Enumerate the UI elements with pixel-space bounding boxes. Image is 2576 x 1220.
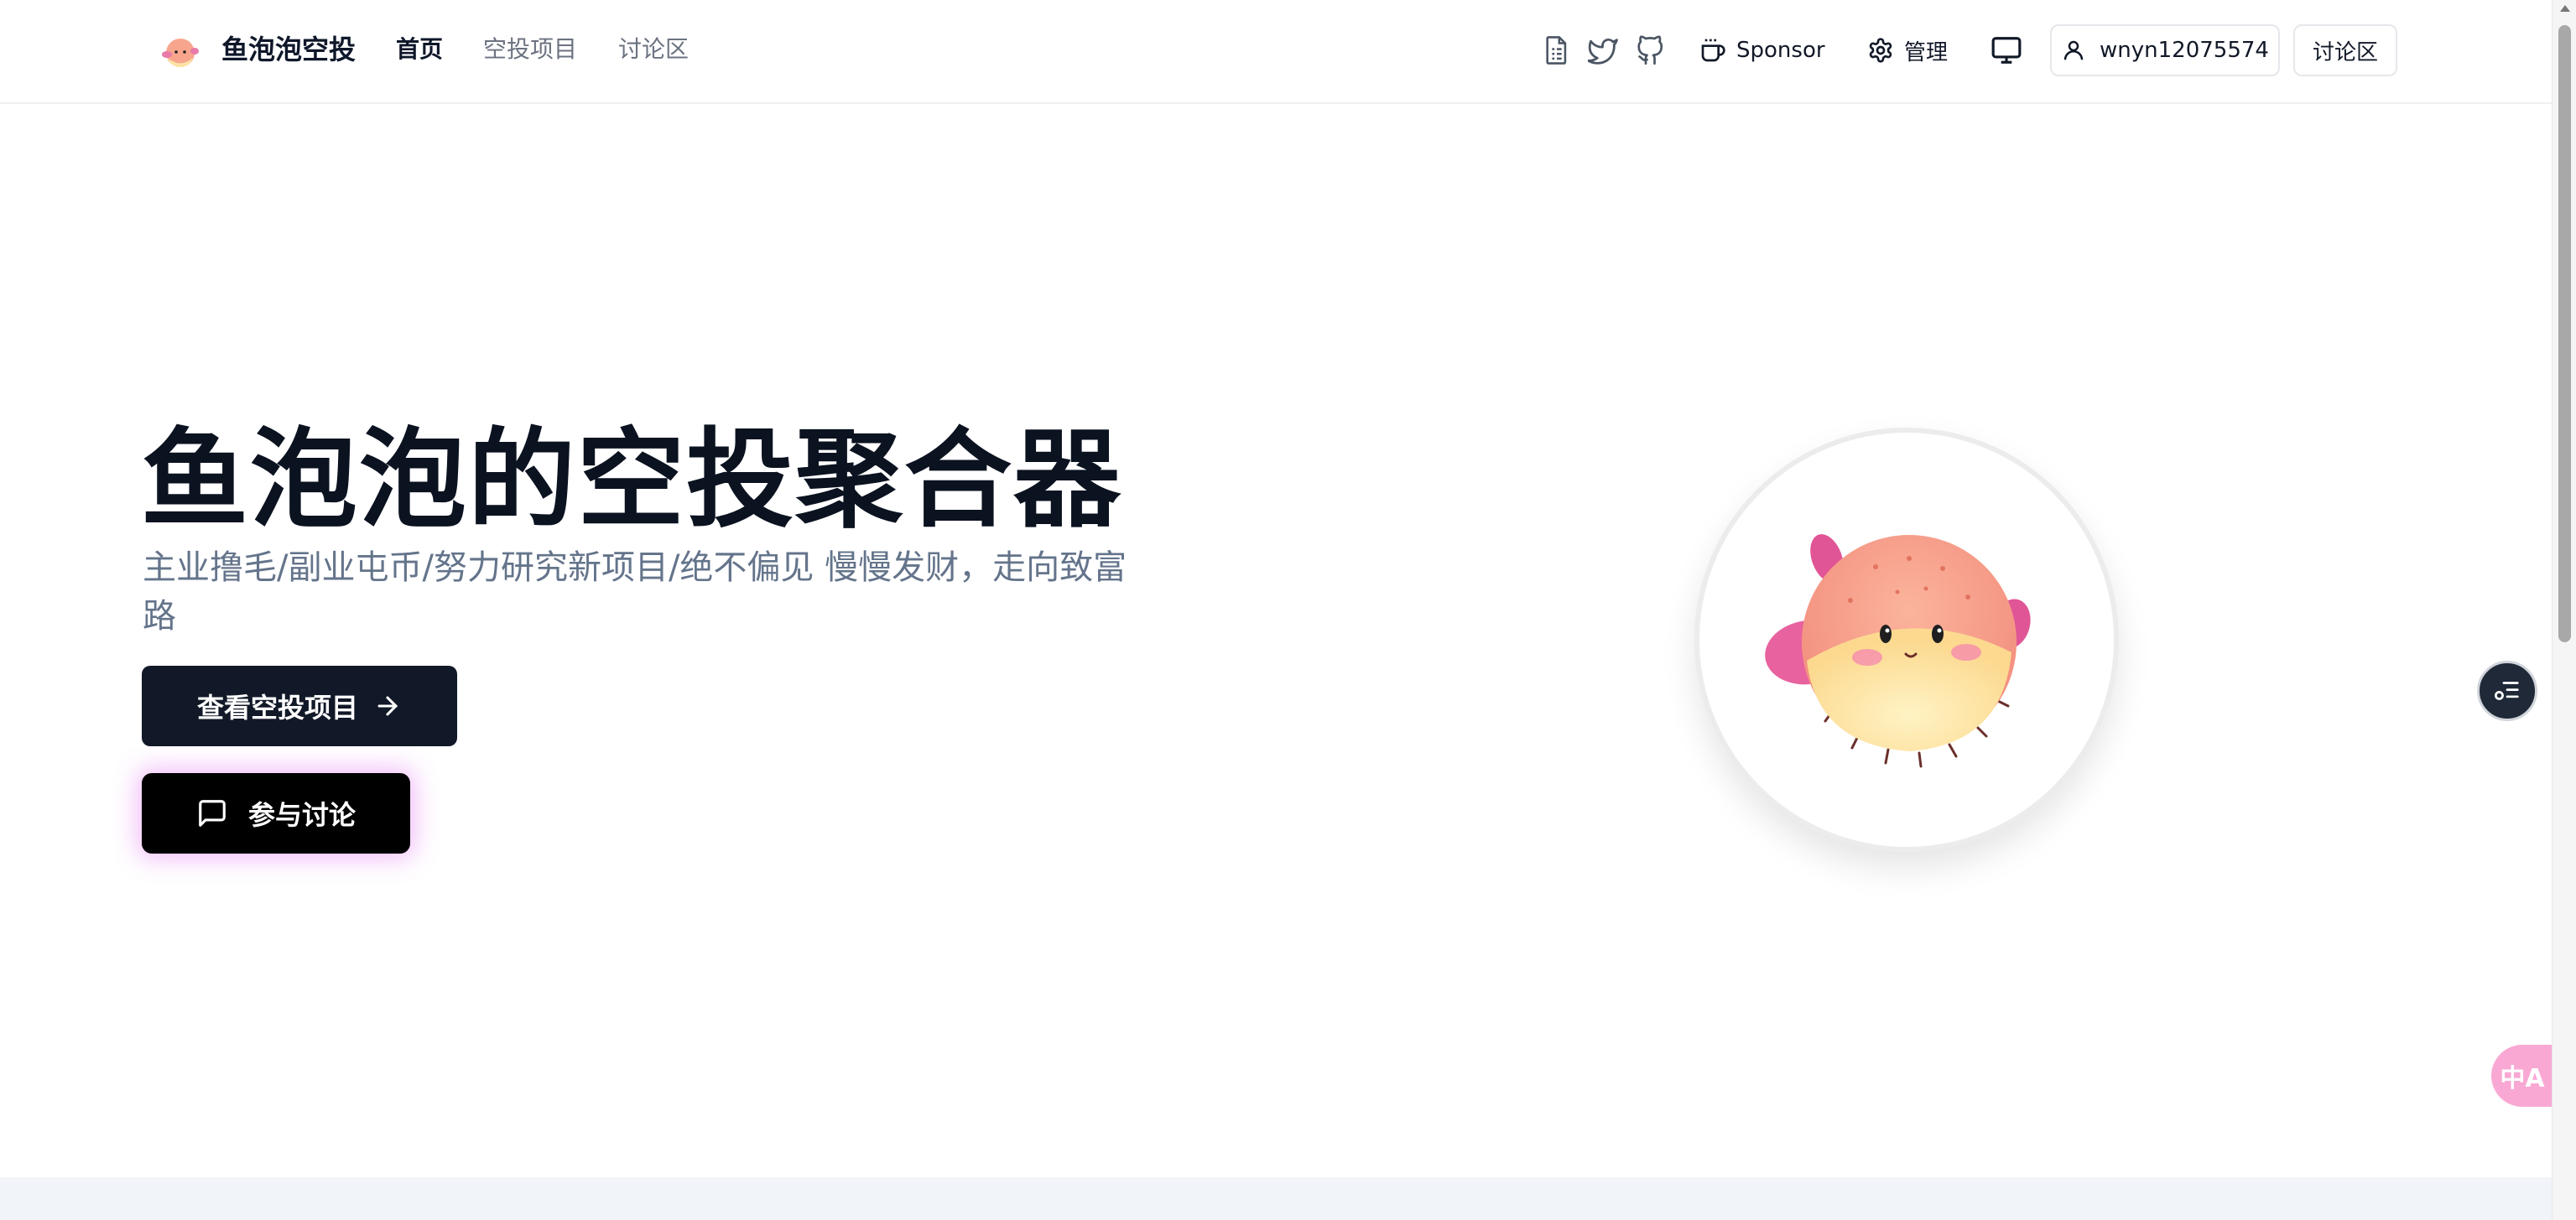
message-square-icon — [199, 800, 226, 827]
discussion-button[interactable]: 讨论区 — [2293, 24, 2397, 76]
hero-title: 鱼泡泡的空投聚合器 — [141, 418, 1123, 543]
mascot-avatar — [1694, 428, 2119, 852]
twitter-icon[interactable] — [1585, 32, 1622, 69]
translate-button[interactable]: 中A — [2491, 1045, 2553, 1107]
admin-button[interactable]: 管理 — [1867, 25, 1948, 75]
nav-discussion[interactable]: 讨论区 — [618, 29, 689, 70]
user-label: wnyn12075574 — [2100, 38, 2269, 63]
user-icon — [2063, 40, 2084, 60]
list-icon — [2495, 682, 2519, 700]
admin-label: 管理 — [1904, 39, 1949, 65]
join-discussion-label: 参与讨论 — [247, 799, 356, 831]
document-icon[interactable] — [1538, 32, 1575, 69]
github-icon[interactable] — [1632, 32, 1669, 69]
brand-name[interactable]: 鱼泡泡空投 — [221, 29, 356, 70]
translate-icon: 中A — [2500, 1064, 2545, 1093]
scroll-up-arrow-icon[interactable] — [2560, 5, 2570, 12]
page-scrollbar[interactable] — [2552, 0, 2576, 1220]
gear-icon — [1869, 38, 1892, 63]
arrow-right-icon — [377, 696, 398, 716]
scrollbar-thumb[interactable] — [2558, 25, 2571, 642]
sponsor-label: Sponsor — [1736, 38, 1825, 63]
view-airdrops-button[interactable]: 查看空投项目 — [142, 666, 457, 746]
pufferfish-icon — [1765, 534, 2031, 768]
page: 鱼泡泡空投 首页 空投项目 讨论区 Sponsor 管理 wnyn1207557… — [0, 0, 2576, 1220]
next-section-band — [0, 1177, 2552, 1220]
coffee-icon — [1701, 39, 1725, 62]
table-of-contents-button[interactable] — [2477, 661, 2537, 721]
join-discussion-button[interactable]: 参与讨论 — [142, 773, 410, 854]
nav-home[interactable]: 首页 — [396, 29, 443, 70]
user-account-button[interactable]: wnyn12075574 — [2050, 24, 2280, 76]
view-airdrops-label: 查看空投项目 — [196, 692, 358, 724]
top-navbar: 鱼泡泡空投 首页 空投项目 讨论区 Sponsor 管理 wnyn1207557… — [0, 0, 2552, 104]
logo-icon[interactable] — [159, 30, 201, 72]
hero-subtitle: 主业撸毛/副业屯币/努力研究新项目/绝不偏见 慢慢发财，走向致富路 — [143, 548, 1127, 636]
sponsor-button[interactable]: Sponsor — [1699, 25, 1825, 75]
nav-airdrop-projects[interactable]: 空投项目 — [483, 29, 577, 70]
monitor-icon[interactable] — [1988, 32, 2025, 69]
